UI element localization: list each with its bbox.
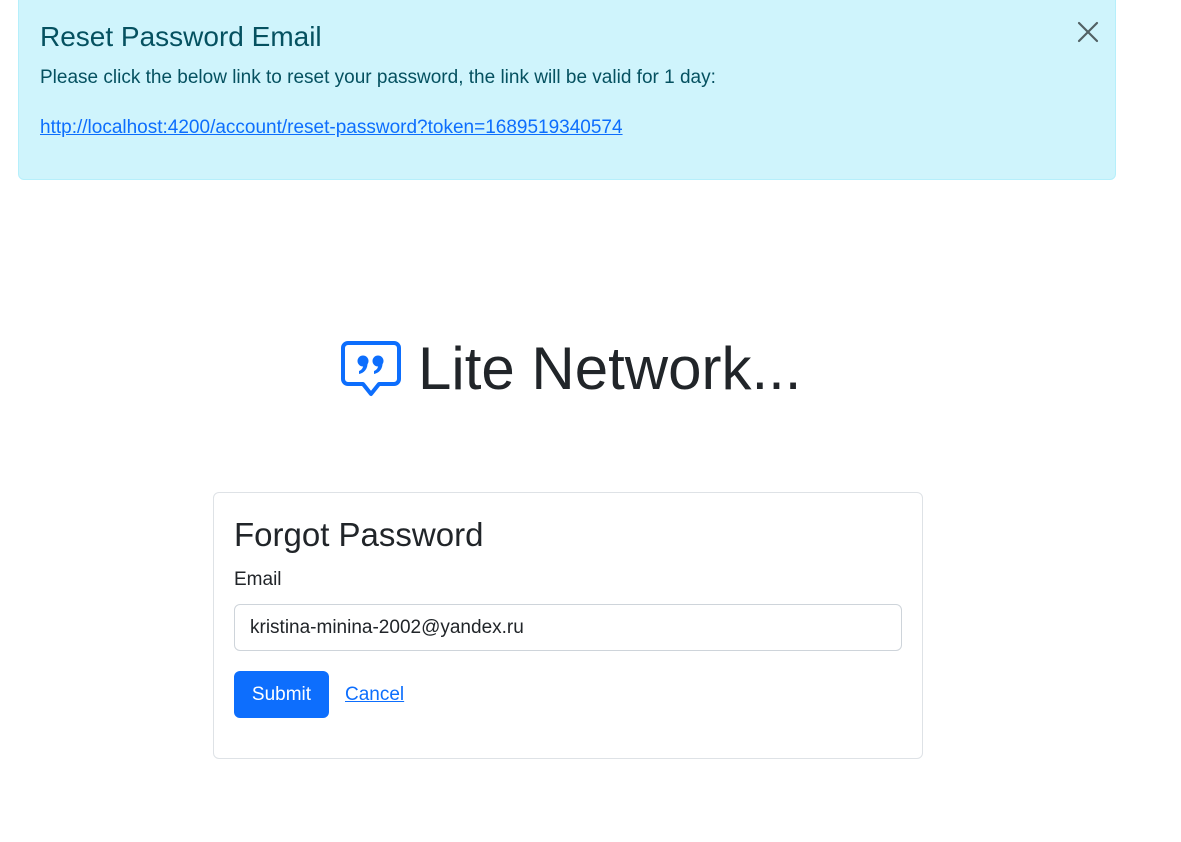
cancel-link[interactable]: Cancel [345,683,404,707]
alert-title: Reset Password Email [40,21,322,52]
close-alert-button[interactable] [1071,15,1105,49]
quote-chat-icon [338,336,404,402]
forgot-password-card: Forgot Password Email Submit Cancel [213,492,923,759]
brand-header: Lite Network... [338,334,801,404]
reset-password-link[interactable]: http://localhost:4200/account/reset-pass… [40,116,623,140]
alert-message: Please click the below link to reset you… [40,67,716,88]
brand-title: Lite Network... [418,335,802,402]
submit-button[interactable]: Submit [234,671,329,718]
email-field[interactable] [234,604,902,651]
reset-password-alert: Reset Password Email Please click the be… [18,0,1116,180]
card-title: Forgot Password [234,516,484,553]
email-label: Email [234,569,282,590]
close-icon [1077,21,1099,43]
